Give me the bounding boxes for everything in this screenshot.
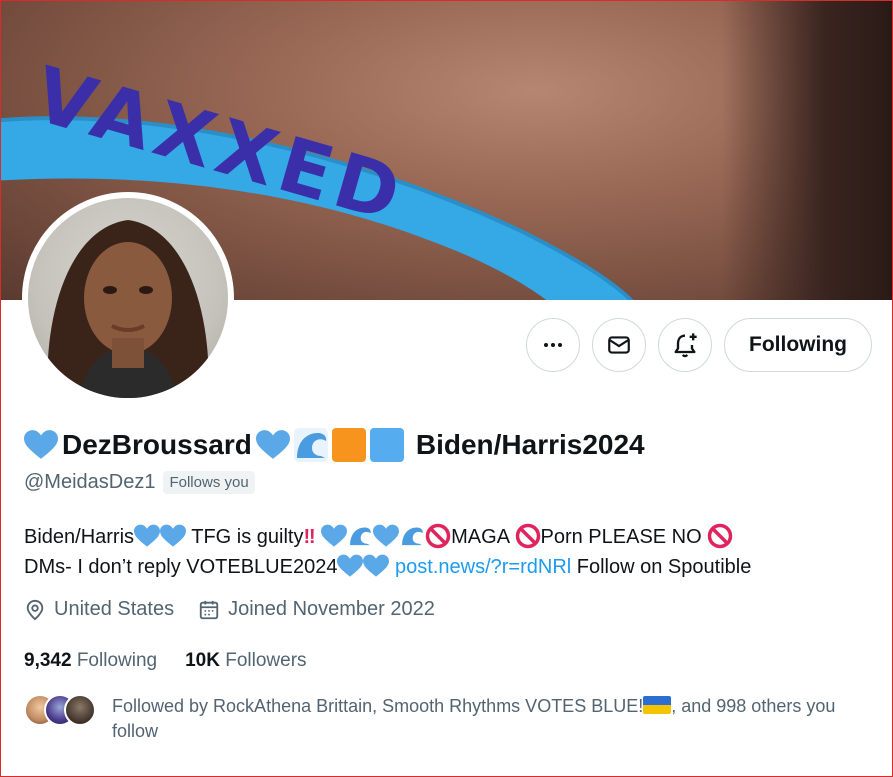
blue-heart-icon (134, 524, 161, 547)
blue-heart-icon (24, 430, 58, 459)
profile-stats: 9,342 Following 10K Followers (24, 650, 307, 672)
followers-count: 10K (185, 650, 220, 671)
joined-item: Joined November 2022 (198, 598, 435, 621)
bio-text: TFG is guilty (186, 526, 304, 548)
more-button[interactable] (526, 318, 581, 372)
followers-avatars (24, 694, 96, 728)
followers-stat[interactable]: 10K Followers (185, 650, 306, 672)
profile-bio: Biden/Harris TFG is guilty‼ MAGA Porn PL… (24, 522, 854, 582)
profile-actions: Following (526, 318, 872, 372)
wave-icon (293, 428, 328, 462)
joined-text: Joined November 2022 (228, 598, 435, 620)
notify-button[interactable] (658, 318, 713, 372)
following-stat-label: Following (76, 650, 158, 671)
display-name: DezBroussard (62, 429, 252, 460)
ukraine-flag-icon (643, 696, 672, 714)
envelope-icon (608, 336, 630, 354)
following-count: 9,342 (24, 650, 72, 671)
followed-by-names: Followed by RockAthena Brittain, Smooth … (112, 696, 644, 716)
follows-you-badge: Follows you (163, 471, 255, 494)
following-button[interactable]: Following (724, 318, 872, 372)
prohibited-icon (708, 523, 733, 549)
handle-row: @MeidasDez1 Follows you (24, 471, 255, 494)
wave-icon (402, 527, 423, 546)
blue-heart-icon (255, 430, 290, 459)
bio-text: Porn PLEASE NO (540, 526, 708, 548)
double-exclamation-icon: ‼ (303, 526, 316, 548)
blue-square-icon (369, 428, 404, 462)
blue-heart-icon (160, 524, 187, 547)
message-button[interactable] (592, 318, 647, 372)
location-text: United States (54, 598, 175, 620)
prohibited-icon (425, 523, 451, 549)
blue-heart-icon (363, 554, 390, 577)
followed-by-text: Followed by RockAthena Brittain, Smooth … (112, 694, 872, 744)
profile-avatar[interactable] (22, 192, 234, 404)
blue-heart-icon (337, 554, 364, 577)
display-name-row: DezBroussard Biden/Harris2024 (24, 428, 645, 462)
prohibited-icon (515, 523, 540, 549)
followed-by[interactable]: Followed by RockAthena Brittain, Smooth … (24, 694, 872, 744)
bio-text: MAGA (451, 526, 515, 548)
wave-icon (350, 527, 371, 546)
profile-meta: United States Joined November 2022 (24, 598, 435, 621)
bio-text: DMs- I don’t reply VOTEBLUE2024 (24, 556, 338, 578)
bio-text: Follow on Spoutible (571, 556, 752, 578)
bio-link[interactable]: post.news/?r=rdNRl (395, 556, 571, 578)
blue-heart-icon (321, 524, 348, 547)
followers-stat-label: Followers (225, 650, 307, 671)
following-stat[interactable]: 9,342 Following (24, 650, 157, 672)
location-item: United States (24, 598, 174, 621)
avatar-photo (28, 198, 228, 398)
calendar-icon (199, 600, 219, 619)
display-name-suffix: Biden/Harris2024 (415, 429, 645, 460)
avatar (64, 694, 96, 726)
bell-plus-icon (674, 333, 697, 358)
user-handle: @MeidasDez1 (24, 471, 156, 493)
more-icon (544, 343, 563, 347)
location-pin-icon (26, 599, 44, 620)
bio-text: Biden/Harris (24, 526, 135, 548)
blue-heart-icon (373, 524, 400, 547)
orange-square-icon (331, 428, 366, 462)
